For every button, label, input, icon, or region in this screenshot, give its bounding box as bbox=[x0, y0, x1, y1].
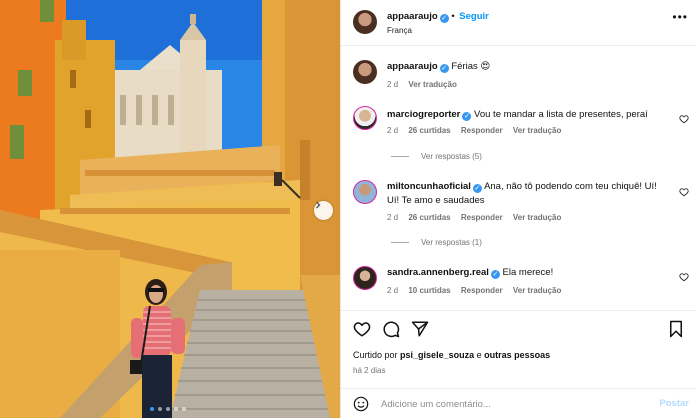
comment-meta: 2 d 10 curtidas Responder Ver tradução bbox=[387, 286, 569, 295]
caption-text: appaaraujo ✓ Férias 😍 bbox=[387, 60, 667, 74]
comment-icon[interactable] bbox=[382, 320, 400, 338]
liked-by-prefix: Curtido por bbox=[353, 350, 398, 360]
comment-composer: Postar bbox=[341, 388, 696, 418]
comment-likes[interactable]: 26 curtidas bbox=[408, 213, 450, 222]
post-side-panel: appaaraujo ✓ • Seguir França ••• appaarau… bbox=[340, 0, 696, 418]
reply-button[interactable]: Responder bbox=[461, 286, 503, 295]
commenter-username[interactable]: marciogreporter bbox=[387, 109, 460, 120]
verified-icon: ✓ bbox=[439, 64, 449, 73]
carousel-next-button[interactable] bbox=[314, 201, 333, 220]
heart-icon[interactable] bbox=[679, 187, 689, 197]
more-options-icon[interactable]: ••• bbox=[672, 10, 688, 24]
verified-icon: ✓ bbox=[472, 184, 482, 193]
share-icon[interactable] bbox=[411, 320, 429, 338]
heart-icon[interactable] bbox=[353, 320, 371, 338]
commenter-avatar[interactable] bbox=[353, 266, 377, 290]
comment-text: sandra.annenberg.real ✓ Ela merece! bbox=[387, 266, 667, 280]
emoji-icon[interactable] bbox=[353, 396, 369, 412]
verified-icon: ✓ bbox=[490, 270, 500, 279]
heart-icon[interactable] bbox=[679, 272, 689, 282]
post-header: appaaraujo ✓ • Seguir França ••• bbox=[341, 0, 696, 46]
comment-body: Ela merece! bbox=[502, 267, 554, 278]
author-line: appaaraujo ✓ • Seguir bbox=[387, 11, 489, 23]
chevron-right-icon bbox=[316, 201, 321, 209]
commenter-avatar[interactable] bbox=[353, 180, 377, 204]
replies-divider bbox=[391, 242, 409, 243]
caption-emoji: 😍 bbox=[480, 61, 491, 72]
comment-time: 2 d bbox=[387, 286, 399, 295]
liked-by-and: e bbox=[476, 350, 482, 360]
author-username[interactable]: appaaraujo bbox=[387, 61, 438, 72]
photo-illustration bbox=[0, 0, 340, 418]
carousel-dot bbox=[182, 407, 186, 411]
commenter-avatar[interactable] bbox=[353, 106, 377, 130]
heart-icon[interactable] bbox=[679, 114, 689, 124]
comment-body: Vou te mandar a lista de presentes, pera… bbox=[474, 109, 648, 120]
comment-input[interactable] bbox=[381, 395, 631, 413]
comment-meta: 2 d 26 curtidas Responder Ver tradução bbox=[387, 213, 569, 222]
reply-button[interactable]: Responder bbox=[461, 213, 503, 222]
post-comment-button[interactable]: Postar bbox=[659, 398, 689, 409]
reply-button[interactable]: Responder bbox=[461, 126, 503, 135]
replies-divider bbox=[391, 156, 409, 157]
view-replies-label[interactable]: Ver respostas (5) bbox=[421, 152, 482, 161]
view-replies-button[interactable]: Ver respostas (1) bbox=[391, 238, 482, 247]
comment-likes[interactable]: 10 curtidas bbox=[408, 286, 450, 295]
carousel-dot bbox=[174, 407, 178, 411]
verified-icon: ✓ bbox=[462, 112, 472, 121]
view-replies-button[interactable]: Ver respostas (5) bbox=[391, 152, 482, 161]
liked-by-others[interactable]: outras pessoas bbox=[484, 350, 550, 360]
separator-dot: • bbox=[451, 11, 458, 22]
liked-by: Curtido por psi_gisele_souza e outras pe… bbox=[353, 350, 550, 360]
caption-meta: 2 d Ver tradução bbox=[387, 80, 465, 89]
post-actions bbox=[341, 310, 696, 346]
caption-time: 2 d bbox=[387, 80, 399, 89]
commenter-username[interactable]: miltoncunhaoficial bbox=[387, 181, 471, 192]
author-avatar[interactable] bbox=[353, 10, 377, 34]
carousel-dot bbox=[166, 407, 170, 411]
liked-by-user[interactable]: psi_gisele_souza bbox=[400, 350, 474, 360]
follow-button[interactable]: Seguir bbox=[459, 11, 489, 22]
comment-likes[interactable]: 26 curtidas bbox=[408, 126, 450, 135]
commenter-username[interactable]: sandra.annenberg.real bbox=[387, 267, 489, 278]
verified-icon: ✓ bbox=[439, 14, 449, 23]
carousel-dot bbox=[158, 407, 162, 411]
author-username[interactable]: appaaraujo bbox=[387, 11, 438, 22]
author-avatar[interactable] bbox=[353, 60, 377, 84]
comment-text: marciogreporter ✓ Vou te mandar a lista d… bbox=[387, 108, 667, 122]
see-translation-link[interactable]: Ver tradução bbox=[513, 286, 561, 295]
comment-time: 2 d bbox=[387, 126, 399, 135]
save-icon[interactable] bbox=[667, 320, 685, 338]
see-translation-link[interactable]: Ver tradução bbox=[513, 213, 561, 222]
carousel-dot bbox=[150, 407, 154, 411]
comment-time: 2 d bbox=[387, 213, 399, 222]
carousel-indicator bbox=[150, 407, 186, 411]
caption-body: Férias bbox=[451, 61, 478, 72]
comment-text: miltoncunhaoficial ✓ Ana, não tô podendo … bbox=[387, 180, 667, 208]
see-translation-link[interactable]: Ver tradução bbox=[408, 80, 456, 89]
see-translation-link[interactable]: Ver tradução bbox=[513, 126, 561, 135]
comment-meta: 2 d 26 curtidas Responder Ver tradução bbox=[387, 126, 569, 135]
view-replies-label[interactable]: Ver respostas (1) bbox=[421, 238, 482, 247]
post-location[interactable]: França bbox=[387, 26, 412, 35]
post-time[interactable]: há 2 dias bbox=[353, 366, 385, 375]
post-photo[interactable] bbox=[0, 0, 340, 418]
